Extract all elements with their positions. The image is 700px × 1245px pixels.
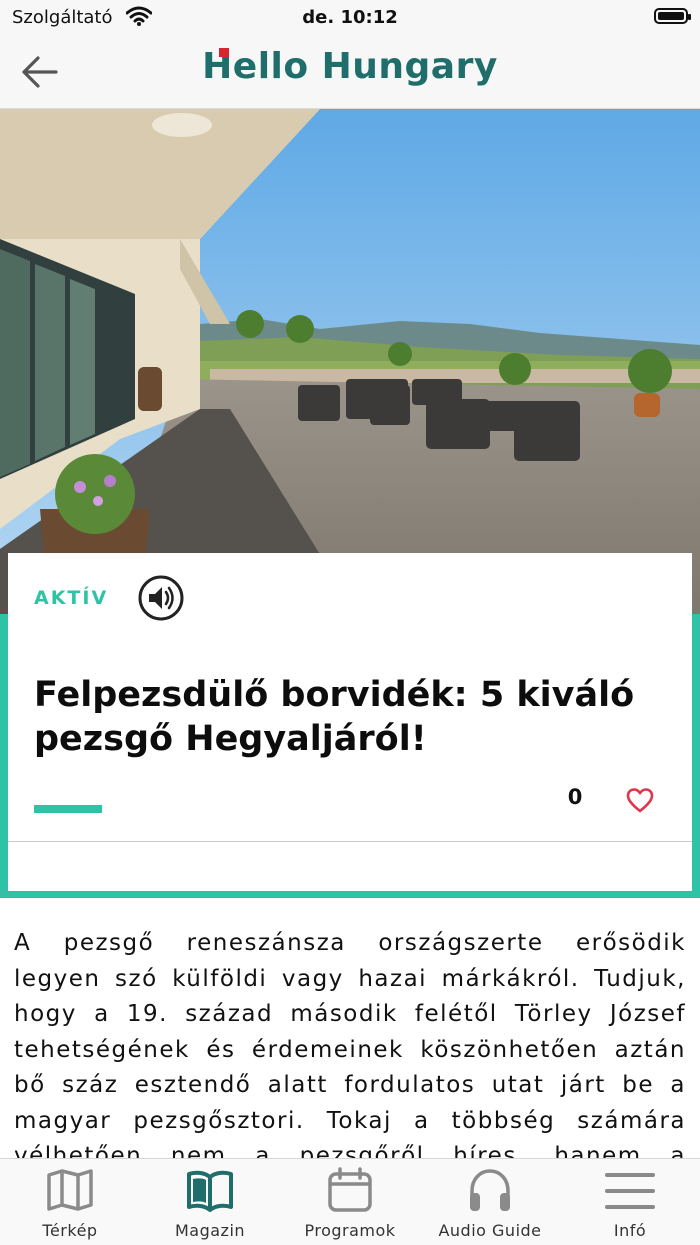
menu-icon [605,1173,655,1209]
tab-label: Magazin [174,1221,246,1240]
article-title: Felpezsdülő borvidék: 5 kiváló pezsgő He… [34,675,635,759]
hero-image [0,109,700,619]
category-label[interactable]: AKTÍV [34,587,108,609]
clock: de. 10:12 [302,7,398,28]
status-bar: Szolgáltató de. 10:12 [0,0,700,36]
app-logo: Hello Hungary [0,46,700,87]
battery-icon [654,8,691,24]
like-count: 0 [567,785,583,809]
tab-label: Programok [304,1221,396,1240]
tab-audio-guide[interactable]: Audio Guide [420,1159,560,1245]
tab-label: Audio Guide [438,1221,542,1240]
tab-label: Térkép [42,1221,98,1240]
tab-magazin[interactable]: Magazin [140,1159,280,1245]
audio-play-button[interactable] [138,575,184,621]
tab-info[interactable]: Infó [560,1159,700,1245]
headphones-icon [470,1169,510,1211]
article-card: AKTÍV Felpezsdülő borvidék: 5 kiváló pez… [8,553,692,891]
article-body: A pezsgő reneszánsza országszerte erősöd… [14,930,686,1158]
open-book-icon [187,1170,233,1212]
tab-terkep[interactable]: Térkép [0,1159,140,1245]
card-divider [8,841,692,842]
map-icon [47,1169,93,1211]
title-accent-bar [34,805,102,813]
heart-icon [626,788,654,813]
tab-programok[interactable]: Programok [280,1159,420,1245]
like-button[interactable] [626,787,654,815]
calendar-icon [328,1167,372,1212]
logo-text: Hello Hungary [202,46,498,87]
nav-bar: Hello Hungary [0,36,700,109]
logo-flag-mark [219,48,229,57]
tab-label: Infó [613,1221,647,1240]
tab-bar: Térkép Magazin Programok Audio Guide Inf… [0,1158,700,1245]
speaker-icon [138,575,184,621]
